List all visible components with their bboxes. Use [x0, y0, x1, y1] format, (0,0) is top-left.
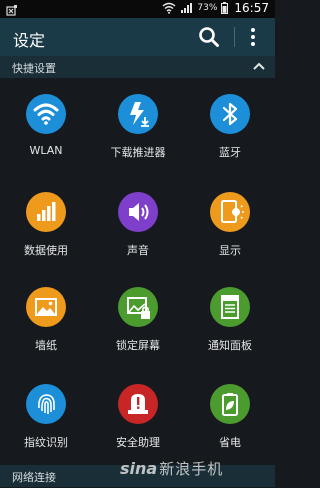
clock: 16:57 — [234, 1, 269, 15]
power-saving-circle — [210, 384, 250, 424]
section-title-quick: 快捷设置 — [12, 62, 56, 75]
chevron-up-icon — [253, 62, 265, 70]
lock-screen-circle — [118, 287, 158, 327]
more-options-button[interactable] — [244, 24, 262, 50]
tile-label-wlan: WLAN — [29, 144, 63, 157]
battery-percentage: 73% — [197, 3, 218, 13]
wallpaper-circle — [26, 287, 66, 327]
collapse-quick-button[interactable] — [251, 59, 267, 75]
sina-logo: sina — [120, 459, 158, 478]
tile-label-data-usage: 数据使用 — [24, 244, 68, 257]
action-divider — [234, 27, 235, 47]
wifi-signal-icon — [162, 2, 176, 14]
section-title-network: 网络连接 — [12, 471, 56, 484]
wallpaper-icon — [35, 298, 57, 316]
notification-panel-icon — [221, 295, 239, 319]
tile-label-fingerprint: 指纹识别 — [24, 436, 68, 449]
download-booster-circle — [118, 94, 158, 134]
bluetooth-circle — [210, 94, 250, 134]
bluetooth-icon — [222, 102, 238, 126]
data-usage-circle — [26, 192, 66, 232]
tile-wallpaper[interactable]: 墙纸 — [0, 287, 92, 371]
tile-fingerprint[interactable]: 指纹识别 — [0, 384, 92, 468]
fingerprint-circle — [26, 384, 66, 424]
sound-circle — [118, 192, 158, 232]
tile-label-display: 显示 — [219, 244, 241, 257]
tile-label-safety-assistance: 安全助理 — [116, 436, 160, 449]
sina-watermark: sina 新浪手机 — [120, 458, 223, 479]
safety-assistance-icon — [128, 394, 148, 414]
download-booster-icon — [130, 102, 149, 127]
status-bar: 73% 16:57 — [0, 0, 275, 18]
tile-label-notification-panel: 通知面板 — [208, 339, 252, 352]
tile-power-saving[interactable]: 省电 — [184, 384, 276, 468]
tile-download-booster[interactable]: 下载推进器 — [92, 94, 184, 178]
safety-assistance-circle — [118, 384, 158, 424]
sina-watermark-text: 新浪手机 — [159, 460, 224, 478]
cellular-signal-icon — [181, 3, 193, 13]
quick-settings-grid: WLAN 下载推进器 蓝牙 数据使用 声音 显示 墙纸 锁定屏幕 通知面板 指纹… — [0, 78, 275, 465]
tile-label-wallpaper: 墙纸 — [35, 339, 57, 352]
battery-icon — [221, 2, 229, 14]
quick-settings-header[interactable]: 快捷设置 — [0, 56, 275, 78]
tile-sound[interactable]: 声音 — [92, 192, 184, 276]
tile-notification-panel[interactable]: 通知面板 — [184, 287, 276, 371]
tile-bluetooth[interactable]: 蓝牙 — [184, 94, 276, 178]
tile-wlan[interactable]: WLAN — [0, 94, 92, 178]
search-icon — [199, 27, 219, 47]
tile-data-usage[interactable]: 数据使用 — [0, 192, 92, 276]
wifi-icon — [33, 103, 59, 125]
data-usage-icon — [37, 202, 56, 221]
more-vert-icon — [251, 28, 255, 46]
power-saving-icon — [222, 393, 238, 416]
tile-label-download-booster: 下载推进器 — [110, 146, 166, 159]
tile-label-lock-screen: 锁定屏幕 — [116, 339, 160, 352]
tile-display[interactable]: 显示 — [184, 192, 276, 276]
tile-safety-assistance[interactable]: 安全助理 — [92, 384, 184, 468]
notification-panel-circle — [210, 287, 250, 327]
tile-label-bluetooth: 蓝牙 — [219, 146, 241, 159]
action-bar: 设定 — [0, 18, 275, 56]
lock-screen-icon — [127, 297, 150, 319]
tile-label-sound: 声音 — [127, 244, 149, 257]
page-title: 设定 — [13, 31, 46, 50]
display-circle — [210, 192, 250, 232]
tile-lock-screen[interactable]: 锁定屏幕 — [92, 287, 184, 371]
search-button[interactable] — [196, 24, 222, 50]
wlan-circle — [26, 94, 66, 134]
sound-icon — [129, 203, 149, 221]
tile-label-power-saving: 省电 — [219, 436, 241, 449]
display-icon — [221, 200, 244, 223]
fingerprint-icon — [38, 394, 55, 414]
status-indicators: 73% 16:57 — [162, 1, 269, 15]
